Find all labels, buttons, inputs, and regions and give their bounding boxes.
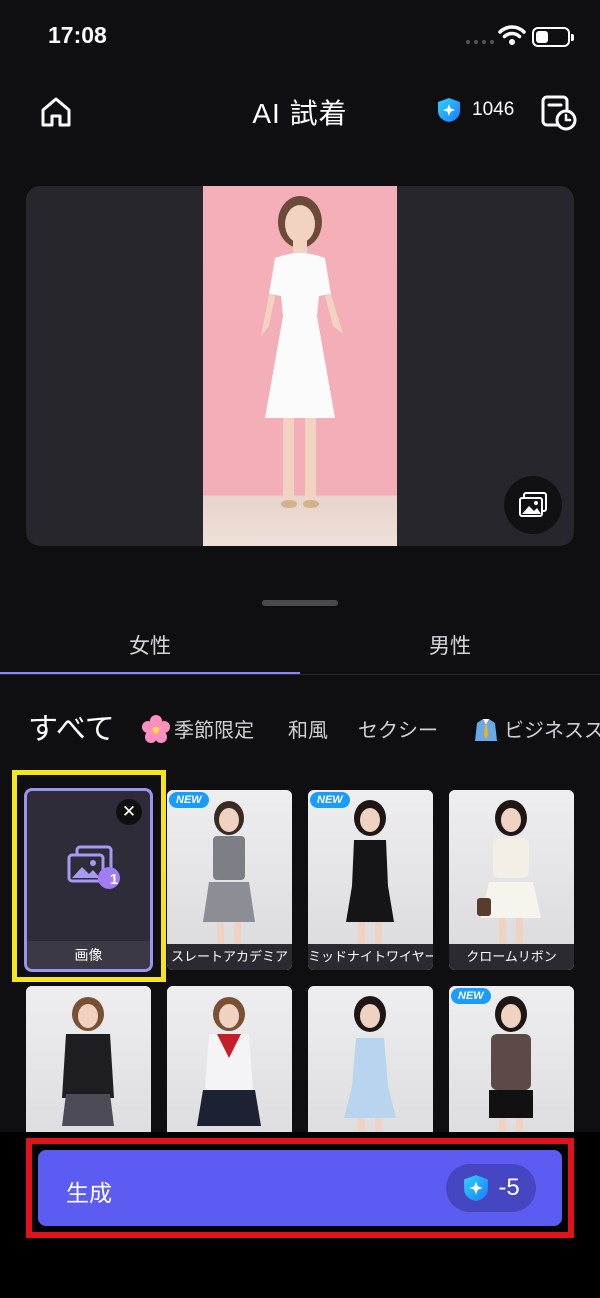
- header: AI 試着 1046: [0, 80, 600, 140]
- generate-cost: -5: [446, 1164, 536, 1212]
- generate-button[interactable]: 生成 -5: [38, 1150, 562, 1226]
- active-tab-indicator: [0, 672, 300, 674]
- new-badge: NEW: [169, 792, 209, 808]
- image-count-badge: 1: [109, 871, 119, 888]
- generate-label: 生成: [66, 1180, 112, 1206]
- outfit-image: [308, 790, 433, 970]
- wifi-icon: [498, 25, 526, 45]
- model-photo: [203, 186, 397, 546]
- category-all[interactable]: すべて: [28, 704, 115, 748]
- gallery-icon: [519, 492, 547, 517]
- gender-tabs: 女性 男性: [0, 620, 600, 676]
- new-badge: NEW: [451, 988, 491, 1004]
- model-figure: [261, 196, 343, 508]
- cellular-signal-icon: [466, 40, 494, 44]
- category-japanese[interactable]: 和風: [288, 714, 328, 743]
- credit-gem-icon: [438, 98, 460, 122]
- tab-female[interactable]: 女性: [0, 620, 300, 674]
- credit-gem-icon: [464, 1175, 489, 1201]
- credit-balance[interactable]: 1046: [436, 97, 514, 123]
- history-icon[interactable]: [538, 92, 578, 132]
- category-business[interactable]: ビジネスス: [472, 714, 600, 743]
- category-bar: すべて 季節限定 和風 セクシー ビジネスス: [28, 700, 600, 760]
- outfit-label: ミッドナイトワイヤー: [308, 944, 433, 970]
- outfit-label: クロームリボン: [449, 944, 574, 970]
- outfit-image: [449, 790, 574, 970]
- new-badge: NEW: [310, 792, 350, 808]
- cherry-blossom-icon: [142, 714, 170, 743]
- category-seasonal-label: 季節限定: [174, 720, 254, 742]
- outfit-image: [167, 790, 292, 970]
- credit-count: 1046: [472, 99, 515, 120]
- drag-handle[interactable]: [262, 600, 338, 606]
- battery-icon: [532, 27, 574, 47]
- outfit-card[interactable]: NEW ミッドナイトワイヤー: [308, 790, 433, 970]
- business-suit-icon: [475, 718, 497, 741]
- tab-male[interactable]: 男性: [300, 620, 600, 674]
- status-bar: 17:08: [0, 0, 600, 76]
- category-seasonal[interactable]: 季節限定: [142, 714, 254, 743]
- category-business-label: ビジネスス: [504, 720, 600, 742]
- replace-photo-button[interactable]: [504, 476, 562, 534]
- outfit-label: スレートアカデミア: [167, 944, 292, 970]
- remove-image-button[interactable]: ✕: [116, 799, 142, 825]
- preview-area: [26, 186, 574, 546]
- tabs-divider: [0, 674, 600, 675]
- outfit-card[interactable]: クロームリボン: [449, 790, 574, 970]
- uploaded-image-label: 画像: [27, 941, 150, 969]
- generate-cost-value: -5: [498, 1174, 520, 1201]
- status-time: 17:08: [48, 22, 107, 48]
- category-sexy[interactable]: セクシー: [358, 714, 438, 743]
- uploaded-image-card[interactable]: ✕ 1 画像: [24, 788, 153, 972]
- outfit-card[interactable]: NEW スレートアカデミア: [167, 790, 292, 970]
